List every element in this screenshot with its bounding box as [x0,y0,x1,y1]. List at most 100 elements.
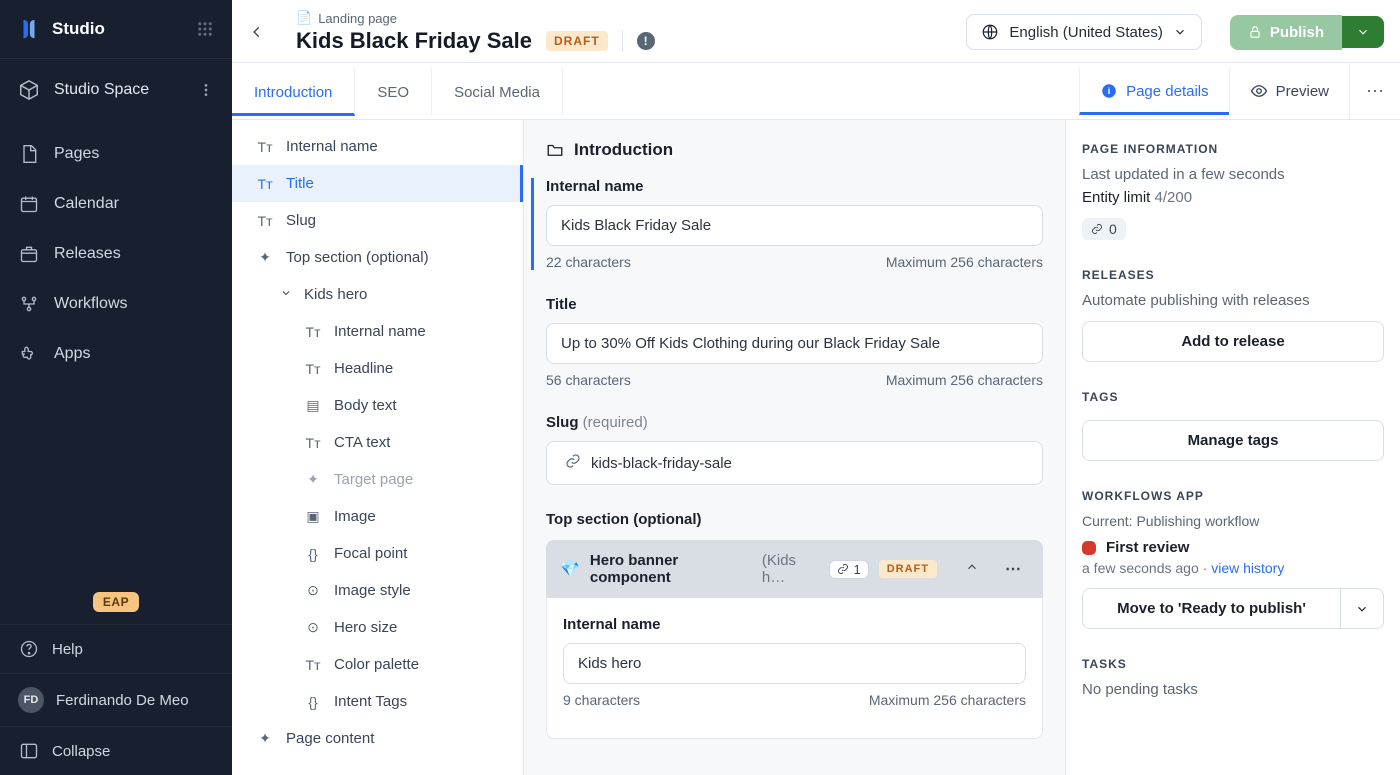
char-count: 9 characters [563,692,640,708]
workflows-section: WORKFLOWS APP Current: Publishing workfl… [1082,489,1384,629]
help-icon [18,638,40,660]
field-hero-internal-name: Internal name 9 charactersMaximum 256 ch… [563,616,1026,708]
component-links[interactable]: 1 [829,560,868,579]
outline-intent-tags[interactable]: {}Intent Tags [232,683,523,720]
hero-internal-name-label: Internal name [563,616,1026,633]
text-icon: T⁠ᴛ [256,176,274,192]
form-pane: Introduction Internal name 22 characters… [524,120,1066,775]
nav-releases[interactable]: Releases [0,229,232,279]
layers-icon: ✦ [256,730,274,747]
slug-value[interactable]: kids-black-friday-sale [591,455,732,472]
outline-title[interactable]: T⁠ᴛTitle [232,165,523,202]
tags-head: TAGS [1082,390,1384,404]
toggle-icon: ⊙ [304,619,322,636]
releases-sub: Automate publishing with releases [1082,292,1384,309]
outline-image[interactable]: ▣Image [232,498,523,535]
nav-apps[interactable]: Apps [0,329,232,379]
page-title: Kids Black Friday Sale [296,28,532,54]
outline-focal-point[interactable]: {}Focal point [232,535,523,572]
lock-icon [1248,25,1262,39]
outline-headline[interactable]: T⁠ᴛHeadline [232,350,523,387]
globe-icon [981,23,999,41]
component-status: DRAFT [879,560,937,578]
status-dot-icon [1082,541,1096,555]
tabsbar: Introduction SEO Social Media i Page det… [232,63,1400,120]
text-icon: T⁠ᴛ [256,139,274,155]
apps-grid-icon[interactable] [196,20,214,38]
file-icon [18,143,40,165]
internal-name-label: Internal name [546,178,1043,195]
outline-kids-hero[interactable]: Kids hero [232,276,523,313]
text-icon: T⁠ᴛ [304,324,322,340]
chevron-down-icon [280,286,294,303]
outline-top-section[interactable]: ✦Top section (optional) [232,239,523,276]
outline-color-palette[interactable]: T⁠ᴛColor palette [232,646,523,683]
calendar-icon [18,193,40,215]
sidebar-header: Studio [0,0,232,59]
nav-workflows[interactable]: Workflows [0,279,232,329]
char-count: 56 characters [546,372,631,388]
tab-seo[interactable]: SEO [355,67,432,116]
nav-user[interactable]: FDFerdinando De Meo [0,673,232,726]
incoming-links[interactable]: 0 [1082,218,1126,240]
folder-icon [546,141,564,159]
outline-cta-text[interactable]: T⁠ᴛCTA text [232,424,523,461]
publish-dropdown[interactable] [1342,16,1384,48]
outline-body-text[interactable]: ▤Body text [232,387,523,424]
layers-icon: ✦ [256,249,274,266]
chevron-down-icon [1356,25,1370,39]
space-row[interactable]: Studio Space [0,59,232,119]
outline-page-content[interactable]: ✦Page content [232,720,523,757]
move-workflow-dropdown[interactable] [1340,588,1384,629]
studio-logo-icon [18,18,40,40]
outline-hero-size[interactable]: ⊙Hero size [232,609,523,646]
json-icon: {} [304,546,322,562]
space-kebab-icon[interactable] [198,82,214,98]
publish-button[interactable]: Publish [1230,15,1342,50]
nav-calendar[interactable]: Calendar [0,179,232,229]
title-divider [622,30,623,52]
outline-image-style[interactable]: ⊙Image style [232,572,523,609]
component-name: Hero banner component [590,552,752,586]
component-menu[interactable]: ⋯ [997,555,1029,583]
nav-collapse[interactable]: Collapse [0,726,232,775]
workflows-current: Current: Publishing workflow [1082,513,1384,529]
internal-name-input[interactable] [546,205,1043,246]
view-history-link[interactable]: view history [1211,560,1284,576]
locale-switcher[interactable]: English (United States) [966,14,1201,50]
outline-internal-name[interactable]: T⁠ᴛInternal name [232,128,523,165]
tab-introduction[interactable]: Introduction [232,67,355,116]
tab-social[interactable]: Social Media [432,67,563,116]
component-header[interactable]: 💎 Hero banner component (Kids h… 1 DRAFT… [546,540,1043,598]
app-logo[interactable]: Studio [18,18,105,40]
nav-pages[interactable]: Pages [0,129,232,179]
collapse-component[interactable] [957,556,987,583]
back-button[interactable] [242,17,272,47]
box-icon [18,243,40,265]
component-body: Internal name 9 charactersMaximum 256 ch… [546,598,1043,739]
add-release-button[interactable]: Add to release [1082,321,1384,362]
tasks-section: TASKS No pending tasks [1082,657,1384,698]
manage-tags-button[interactable]: Manage tags [1082,420,1384,461]
eap-badge-wrap: EAP [0,584,232,624]
tab-page-details[interactable]: i Page details [1079,67,1229,115]
tab-preview[interactable]: Preview [1229,67,1349,115]
user-name: Ferdinando De Meo [56,692,189,709]
outline-target-page[interactable]: ✦Target page [232,461,523,498]
page-info-section: PAGE INFORMATION Last updated in a few s… [1082,142,1384,240]
title-input[interactable] [546,323,1043,364]
overflow-menu[interactable]: ⋯ [1349,63,1400,119]
app-name: Studio [52,19,105,39]
workflow-status: First review [1082,539,1384,556]
top-section-label: Top section (optional) [546,511,1043,528]
info-icon[interactable]: ! [637,32,655,50]
move-workflow-button[interactable]: Move to 'Ready to publish' [1082,588,1340,629]
tasks-head: TASKS [1082,657,1384,671]
nav-help[interactable]: Help [0,624,232,673]
link-icon [837,563,849,575]
hero-internal-name-input[interactable] [563,643,1026,684]
outline-slug[interactable]: T⁠ᴛSlug [232,202,523,239]
field-title: Title 56 charactersMaximum 256 character… [546,296,1043,388]
outline-hero-internal-name[interactable]: T⁠ᴛInternal name [232,313,523,350]
json-icon: {} [304,694,322,710]
